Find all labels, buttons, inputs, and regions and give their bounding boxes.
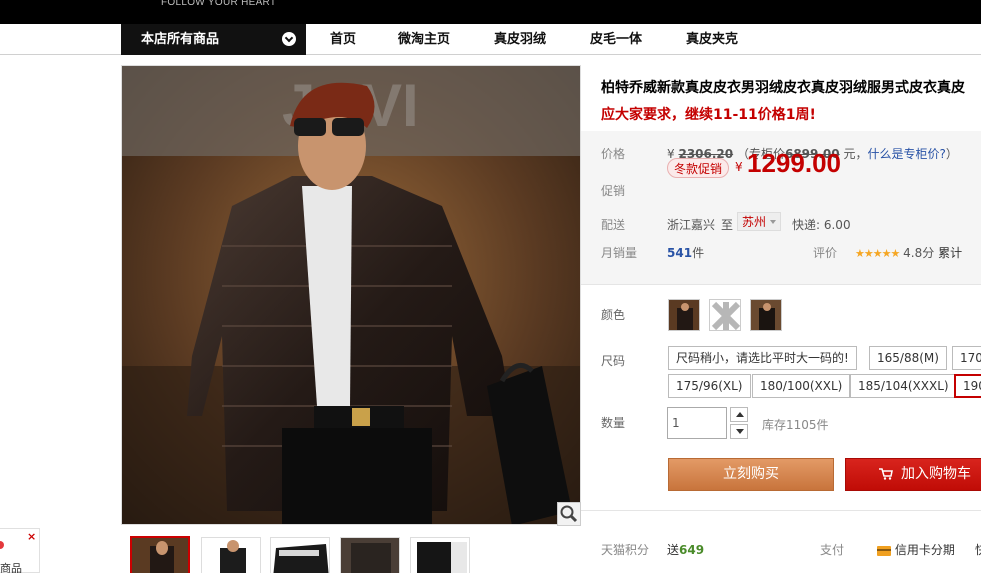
- size-option-l[interactable]: 170/: [952, 346, 981, 370]
- installment-option[interactable]: 信用卡分期: [877, 541, 955, 558]
- shop-nav: 本店所有商品 首页 微淘主页 真皮羽绒 皮毛一体 真皮夹克: [0, 24, 981, 55]
- cart-icon: [879, 468, 893, 480]
- top-bar: FOLLOW YOUR HEART: [0, 0, 981, 24]
- close-icon[interactable]: ×: [27, 530, 36, 543]
- chevron-down-icon: [282, 32, 296, 46]
- nav-item-leather-jacket[interactable]: 真皮夹克: [686, 24, 738, 55]
- chevron-up-icon: [736, 412, 744, 417]
- nav-item-weitao[interactable]: 微淘主页: [398, 24, 450, 55]
- promo-label: 促销: [601, 184, 626, 198]
- size-option-m[interactable]: 165/88(M): [869, 346, 947, 370]
- quantity-decrease-button[interactable]: [730, 424, 748, 439]
- divider: [581, 284, 981, 285]
- all-products-menu[interactable]: 本店所有商品: [121, 24, 306, 55]
- rating-score: 4.8分: [903, 246, 935, 260]
- payment-label: 支付: [820, 543, 845, 557]
- rating: ★★★★★ 4.8分 累计: [855, 244, 962, 261]
- notification-dot: [0, 541, 4, 549]
- rating-label: 评价: [813, 246, 838, 260]
- ship-from: 浙江嘉兴: [667, 218, 716, 232]
- nav-item-home[interactable]: 首页: [330, 24, 356, 55]
- nav-item-leather-down[interactable]: 真皮羽绒: [494, 24, 546, 55]
- thumbnail-5[interactable]: [410, 537, 470, 573]
- cumulative-reviews-link[interactable]: 累计: [938, 246, 962, 260]
- size-option-xxl[interactable]: 180/100(XXL): [752, 374, 851, 398]
- promo-price: 1299.00: [747, 148, 841, 178]
- quantity-input[interactable]: 1: [667, 407, 727, 439]
- divider: [581, 510, 981, 511]
- tmall-extra: 快: [975, 541, 981, 558]
- ship-city-select[interactable]: 苏州: [737, 212, 782, 231]
- counter-price-unit: 元，: [843, 147, 868, 161]
- sidebar-stub-label: 商品: [0, 562, 22, 573]
- floating-sidebar-stub[interactable]: × 商品: [0, 528, 40, 573]
- ship-to-word: 至: [721, 218, 734, 232]
- size-label: 尺码: [601, 354, 626, 368]
- size-option-xl[interactable]: 175/96(XL): [668, 374, 751, 398]
- shop-tagline: FOLLOW YOUR HEART: [161, 0, 277, 8]
- size-option-selected[interactable]: 190: [954, 374, 981, 398]
- thumbnail-2[interactable]: [201, 537, 261, 573]
- color-swatch-1[interactable]: [668, 299, 700, 331]
- thumbnail-4[interactable]: [340, 537, 400, 573]
- nav-item-fur[interactable]: 皮毛一体: [590, 24, 642, 55]
- buy-now-button[interactable]: 立刻购买: [668, 458, 834, 491]
- credit-card-icon: [877, 545, 891, 556]
- add-to-cart-button[interactable]: 加入购物车: [845, 458, 981, 491]
- rating-stars: ★★★★★: [855, 247, 900, 260]
- promo-badge: 冬款促销: [667, 158, 730, 178]
- color-label: 颜色: [601, 308, 626, 322]
- product-main-image[interactable]: JOVI: [121, 65, 581, 525]
- product-photo: JOVI: [122, 66, 580, 524]
- stock-count: 库存1105件: [762, 418, 829, 432]
- installment-label: 信用卡分期: [894, 543, 955, 557]
- counter-price-help-link[interactable]: 什么是专柜价?: [867, 147, 945, 161]
- quantity-increase-button[interactable]: [730, 407, 748, 422]
- add-to-cart-label: 加入购物车: [901, 466, 971, 482]
- quantity-label: 数量: [601, 416, 626, 430]
- color-swatch-2[interactable]: [709, 299, 741, 331]
- all-products-label: 本店所有商品: [141, 32, 220, 47]
- monthly-sales: 541件: [667, 244, 704, 261]
- size-option-xxxl[interactable]: 185/104(XXXL): [850, 374, 957, 398]
- zoom-button[interactable]: [557, 502, 581, 526]
- thumbnail-1[interactable]: [130, 536, 190, 573]
- promo-headline: 应大家要求，继续11-11价格1周!: [601, 107, 816, 123]
- tmall-points: 送649: [667, 541, 704, 558]
- thumbnail-strip: [121, 533, 581, 573]
- counter-price-suffix: ）: [945, 147, 958, 161]
- monthly-sales-unit: 件: [692, 246, 705, 260]
- monthly-sales-label: 月销量: [601, 246, 638, 260]
- product-title: 柏特乔威新款真皮皮衣男羽绒皮衣真皮羽绒服男式皮衣真皮: [601, 80, 965, 96]
- chevron-down-icon: [736, 429, 744, 434]
- promo-yen-symbol: ¥: [735, 160, 743, 174]
- tmall-points-prefix: 送: [667, 543, 680, 557]
- tmall-points-value: 649: [679, 543, 705, 557]
- product-info-panel: 柏特乔威新款真皮皮衣男羽绒皮衣真皮羽绒服男式皮衣真皮 应大家要求，继续11-11…: [581, 55, 981, 573]
- express-fee: 快递: 6.00: [792, 218, 851, 232]
- color-swatch-3[interactable]: [750, 299, 782, 331]
- price-label: 价格: [601, 147, 626, 161]
- size-note: 尺码稍小，请选比平时大一码的!: [668, 346, 857, 370]
- thumbnail-3[interactable]: [270, 537, 330, 573]
- delivery-label: 配送: [601, 218, 626, 232]
- magnifier-icon: [560, 505, 578, 523]
- tmall-points-label: 天猫积分: [601, 543, 650, 557]
- monthly-sales-count: 541: [667, 246, 693, 260]
